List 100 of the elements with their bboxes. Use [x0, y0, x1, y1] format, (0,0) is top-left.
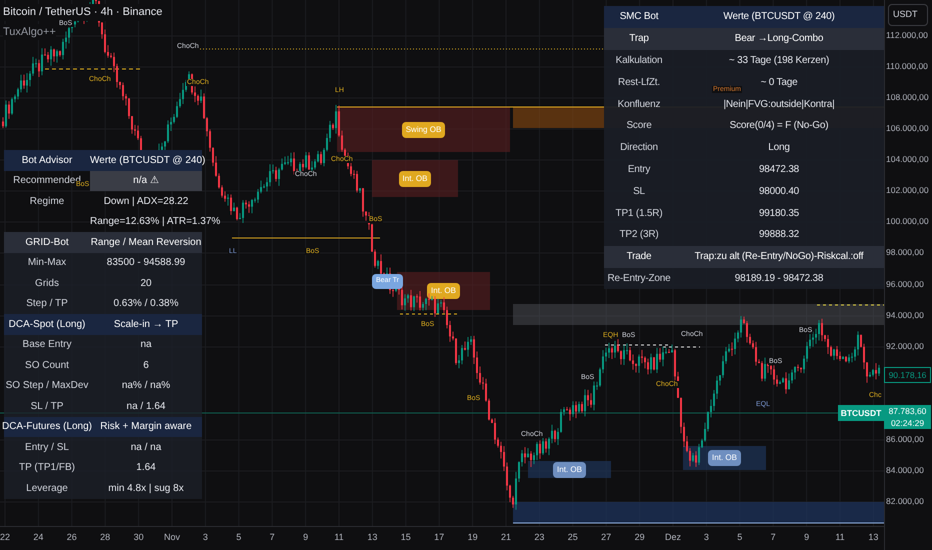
table-cell-text: Range / Mean Reversion — [90, 236, 202, 250]
table-cell-text: Trap — [629, 32, 649, 46]
price-label: 104.000,00 — [886, 155, 929, 164]
table-cell-text: Bear →Long-Combo — [734, 32, 824, 46]
date-label: 30 — [134, 531, 144, 544]
table-cell-text: 20 — [140, 276, 152, 291]
table-cell-text: SO Count — [25, 358, 69, 373]
price-label: 94.000,00 — [886, 311, 924, 320]
table-cell-text: na / 1.64 — [126, 400, 166, 414]
date-label: 7 — [270, 531, 275, 544]
table-cell-text: TP (TP1/FB) — [19, 461, 75, 476]
price-tag: 90.178,16 — [884, 367, 931, 383]
date-label: 11 — [334, 531, 344, 544]
date-label: 3 — [202, 531, 208, 544]
table-cell-text: Regime — [30, 194, 64, 209]
date-label: Nov — [164, 531, 180, 544]
table-cell-text: na — [140, 338, 152, 352]
order-block-label: Int. OB — [708, 450, 741, 466]
table-cell-text: Scale-in → TP — [114, 318, 178, 332]
price-label: 98.000,00 — [886, 248, 924, 256]
countdown-tag: 02:24:29 — [884, 417, 931, 429]
table-cell-text: |Nein|FVG:outside|Kontra| — [723, 98, 834, 112]
table-cell-text: Kalkulation — [616, 54, 662, 68]
table-cell-text: ~ 0 Tage — [760, 76, 798, 90]
table-cell-text: SL / TP — [30, 400, 64, 414]
date-label: 11 — [835, 531, 845, 544]
order-block-label: Swing OB — [402, 122, 446, 138]
table-cell-text: Trade — [626, 250, 652, 264]
order-block-label: Int. OB — [398, 170, 432, 186]
table-cell-text: Werte (BTCUSDT @ 240) — [90, 154, 206, 168]
table-cell-text: Risk + Margin aware — [100, 420, 192, 434]
table-cell-text: Step / TP — [26, 297, 68, 312]
table-cell-text: 83500 - 94588.99 — [106, 256, 186, 270]
indicator-name: TuxAlgo++ — [3, 24, 56, 40]
table-cell-text: Long — [768, 141, 790, 156]
table-cell-text: Score(0/4) = F (No-Go) — [730, 119, 828, 134]
highlighted-cell: n/a ⚠ — [90, 170, 202, 191]
table-cell-text: Re-Entry-Zone — [608, 272, 670, 286]
price-label: 100.000,00 — [886, 217, 929, 226]
date-label: 22 — [0, 531, 10, 544]
date-label: 13 — [367, 531, 378, 544]
date-label: 13 — [868, 531, 878, 544]
price-label: 86.000,00 — [886, 435, 924, 444]
date-label: 21 — [501, 531, 511, 544]
price-label: 108.000,00 — [886, 93, 929, 102]
price-tag: 87.783,60 — [884, 405, 931, 417]
table-cell-text: Konfluenz — [618, 98, 660, 112]
table-cell-text: Entry / SL — [25, 440, 69, 455]
symbol-tag: BTCUSDT — [838, 405, 884, 421]
price-label: 112.000,00 — [886, 31, 928, 40]
date-label: 5 — [236, 531, 242, 544]
table-cell-text: Trap:zu alt (Re-Entry/NoGo)-Riskcal.:off — [694, 250, 864, 264]
table-cell-text: Down | ADX=28.22 — [104, 194, 188, 209]
date-label: Dez — [665, 531, 681, 544]
date-label: 25 — [568, 531, 578, 544]
date-label: 27 — [601, 531, 612, 544]
table-cell-text: SO Step / MaxDev — [6, 379, 88, 394]
table-cell-text: Rest-LfZt. — [618, 76, 660, 90]
dashed-level-line — [816, 304, 884, 306]
table-cell-text: 6 — [143, 358, 149, 373]
table-cell-text: 98000.40 — [758, 184, 800, 199]
table-cell-text: Leverage — [26, 482, 68, 496]
price-label: 96.000,00 — [886, 280, 924, 288]
date-label: 26 — [66, 531, 77, 544]
date-label: 23 — [534, 531, 544, 544]
table-cell-text: SL — [633, 184, 645, 199]
date-label: 9 — [804, 531, 810, 544]
table-cell-text: DCA-Futures (Long) — [2, 420, 92, 434]
price-label: 82.000,00 — [886, 497, 924, 506]
table-cell-text: TP1 (1.5R) — [616, 206, 662, 221]
table-cell-text: DCA-Spot (Long) — [8, 318, 86, 332]
date-label: 17 — [434, 531, 444, 544]
table-cell-text: Grids — [35, 276, 59, 291]
table-cell-text: 1.64 — [136, 461, 156, 476]
table-cell-text: 98189.19 - 98472.38 — [734, 272, 824, 286]
price-label: 110.000,00 — [886, 62, 928, 70]
order-block-label: Int. OB — [427, 283, 460, 299]
date-label: 5 — [737, 531, 742, 544]
table-cell-text: na% / na% — [122, 379, 170, 394]
date-label: 28 — [100, 531, 110, 544]
date-label: 24 — [33, 531, 44, 544]
table-cell-text: ~ 33 Tage (198 Kerzen) — [728, 54, 830, 68]
currency-button[interactable]: USDT — [888, 4, 928, 26]
price-label: 84.000,00 — [886, 466, 924, 474]
table-cell-text: Entry — [628, 162, 650, 177]
date-label: 3 — [704, 531, 709, 544]
table-cell-text: 99888.32 — [758, 228, 800, 242]
table-cell-text: na / na — [130, 440, 162, 455]
date-label: 15 — [400, 531, 411, 544]
table-cell-text: Range=12.63% | ATR=1.37% — [90, 215, 220, 230]
table-cell-text: Werte (BTCUSDT @ 240) — [723, 10, 835, 24]
table-cell-text: min 4.8x | sug 8x — [108, 482, 184, 496]
date-label: 29 — [634, 531, 645, 544]
price-label: 106.000,00 — [886, 124, 929, 132]
table-cell-text: 99180.35 — [758, 206, 800, 221]
table-cell-text: TP2 (3R) — [620, 228, 658, 242]
table-cell-text: GRID-Bot — [25, 236, 69, 250]
table-cell-text: Bot Advisor — [22, 154, 72, 168]
table-cell-text: SMC Bot — [620, 10, 658, 24]
table-cell-text: 0.63% / 0.38% — [113, 297, 179, 312]
